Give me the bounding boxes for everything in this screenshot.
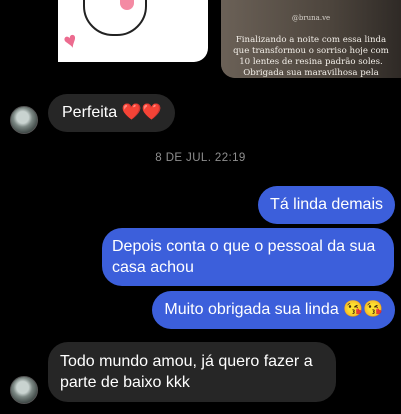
story-caption-text: Finalizando a noite com essa linda que t…	[233, 35, 389, 78]
message-bubble-outgoing[interactable]: Depois conta o que o pessoal da sua casa…	[102, 228, 394, 286]
message-bubble-outgoing[interactable]: Muito obrigada sua linda 😘😘	[152, 291, 395, 329]
message-bubble-outgoing[interactable]: Tá linda demais	[258, 186, 395, 224]
story-reply-preview[interactable]: @bruna.ve Finalizando a noite com essa l…	[221, 0, 401, 78]
message-bubble-incoming[interactable]: Perfeita ❤️❤️	[48, 94, 176, 132]
paw-graphic	[83, 0, 147, 36]
avatar[interactable]	[10, 106, 38, 134]
sticker-image[interactable]	[58, 0, 208, 62]
message-timestamp: 8 DE JUL. 22:19	[155, 152, 246, 164]
avatar[interactable]	[10, 376, 38, 404]
story-username: @bruna.ve	[291, 14, 331, 22]
chat-thread: ♥ @bruna.ve Finalizando a noite com essa…	[0, 0, 401, 414]
story-caption: @bruna.ve Finalizando a noite com essa l…	[221, 0, 401, 78]
message-bubble-incoming[interactable]: Todo mundo amou, já quero fazer a parte …	[48, 342, 336, 402]
